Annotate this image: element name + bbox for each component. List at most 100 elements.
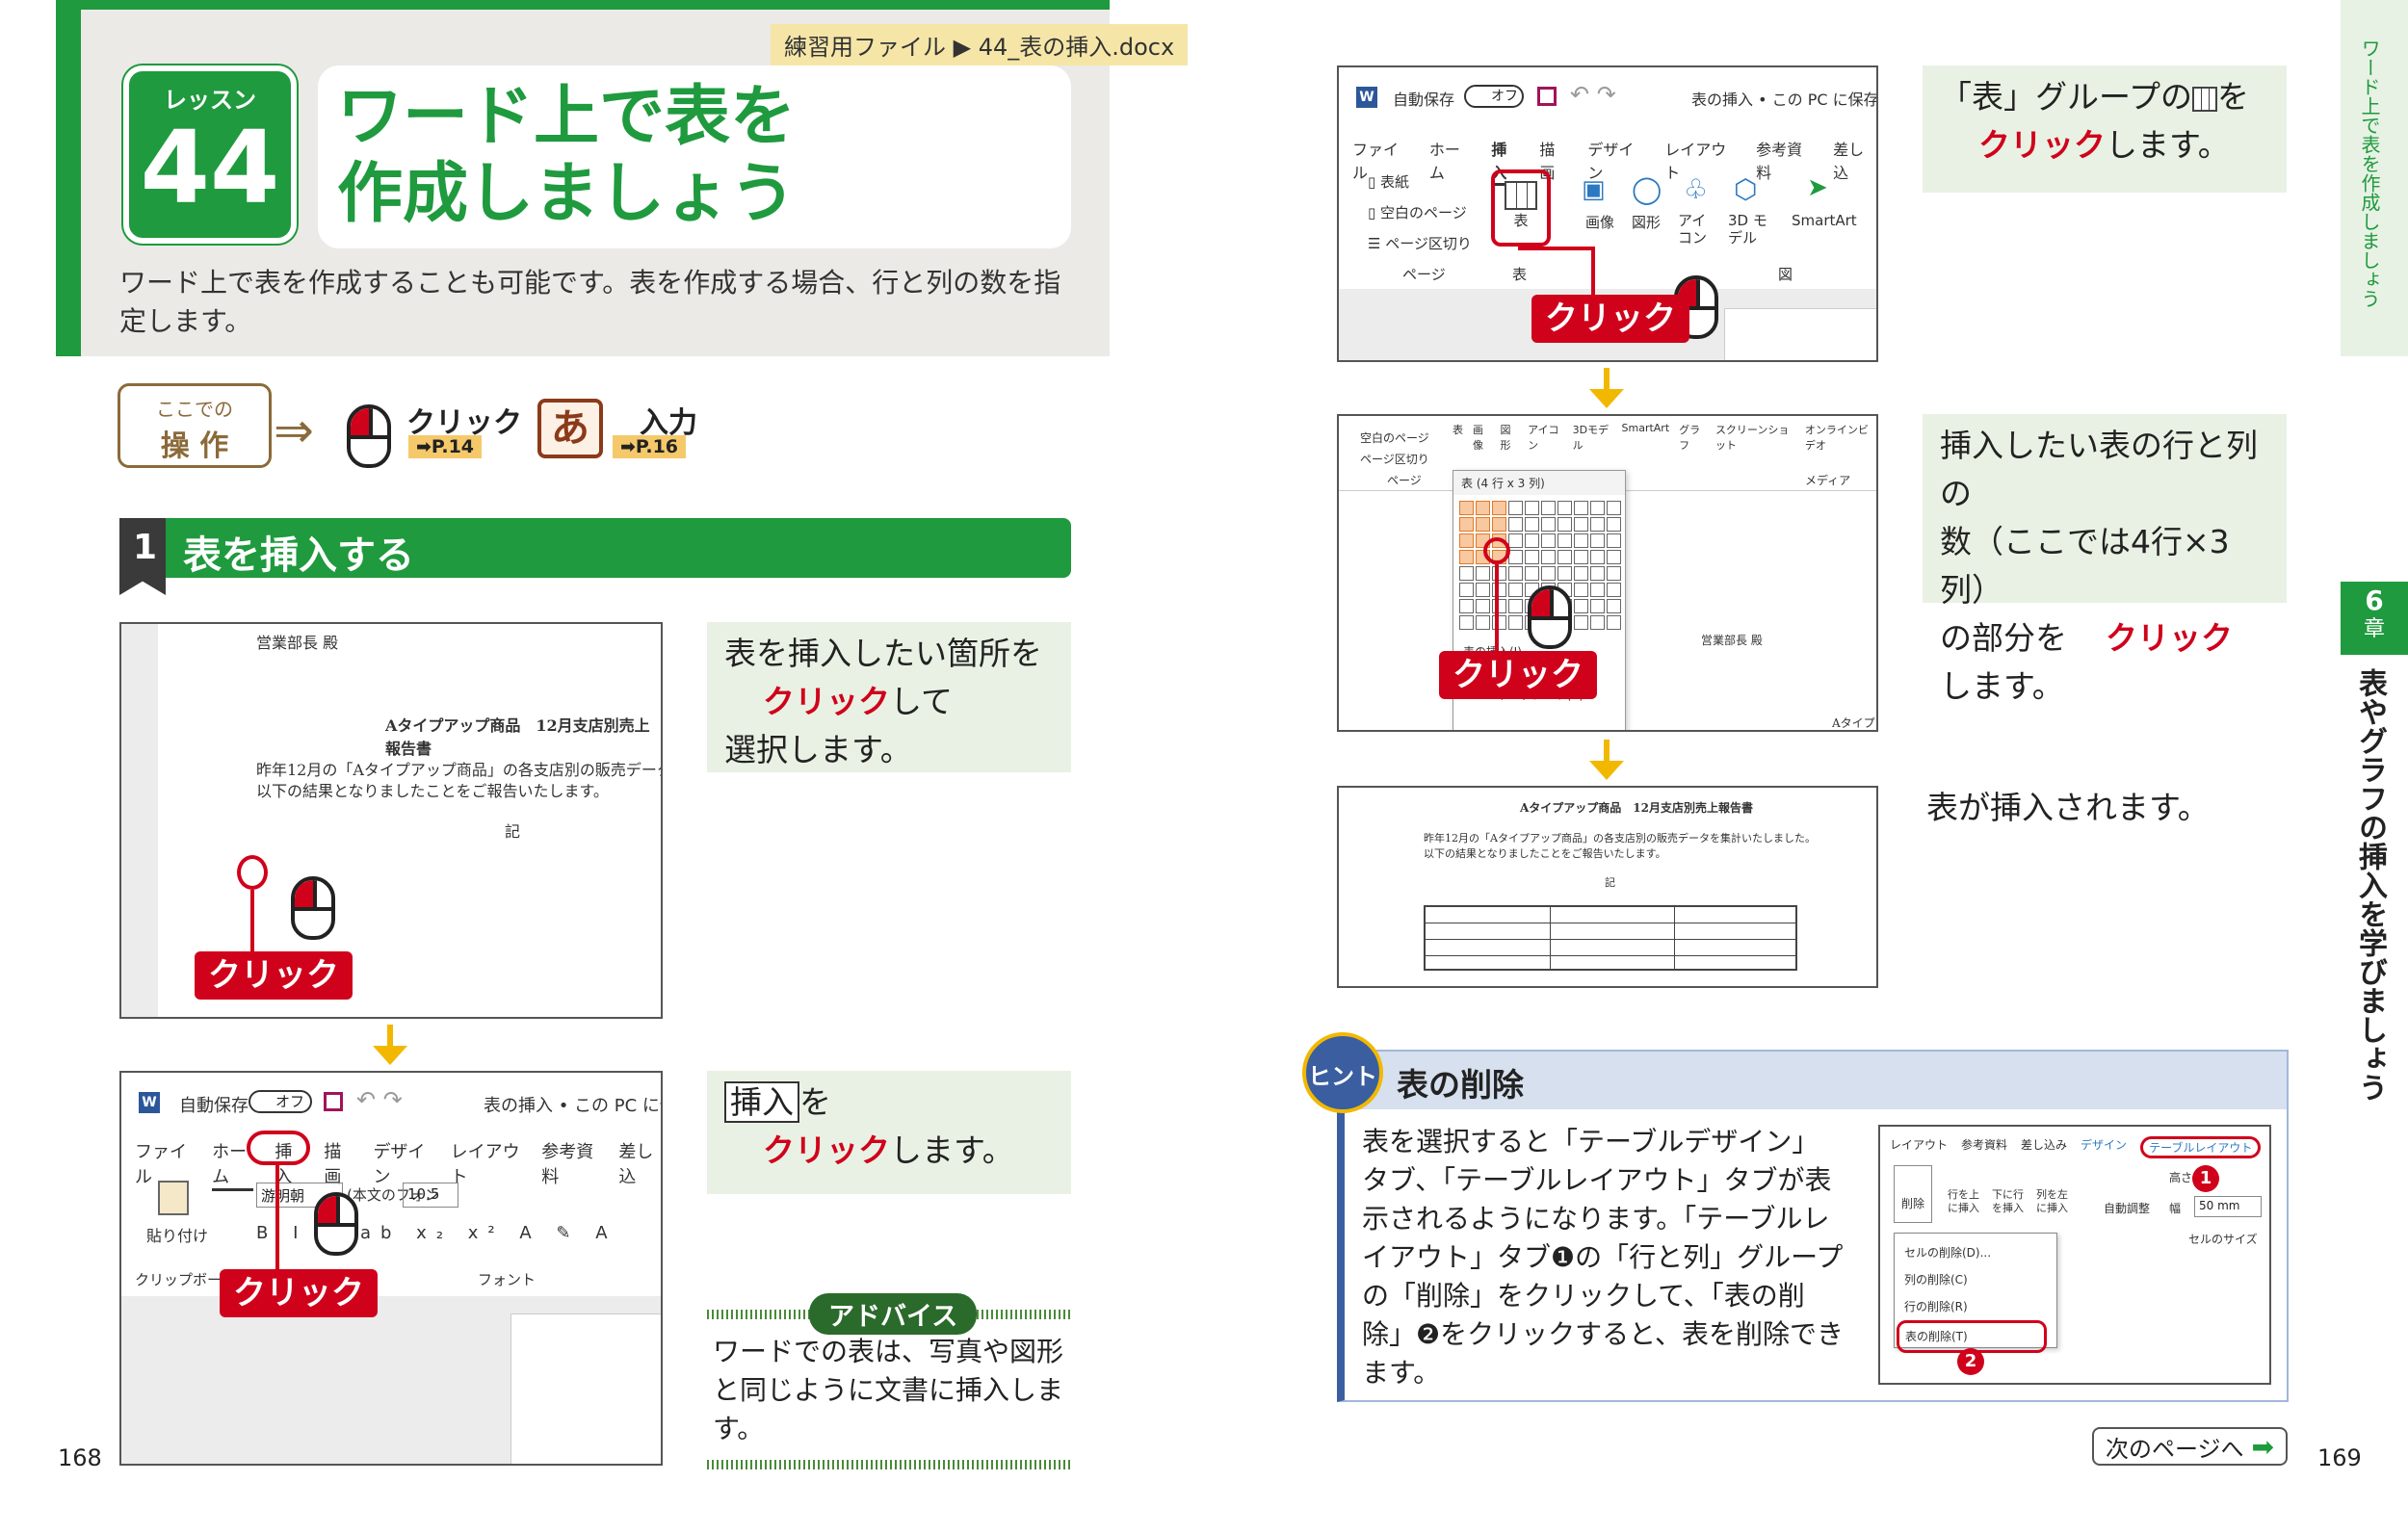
ribbon3-item-5[interactable]: SmartArt — [1622, 422, 1670, 453]
undo-icon[interactable]: ↶ ↷ — [356, 1086, 403, 1113]
grid-cell[interactable] — [1590, 501, 1605, 515]
grid-cell[interactable] — [1607, 615, 1621, 630]
grid-cell[interactable] — [1574, 566, 1588, 581]
grid-cell[interactable] — [1508, 501, 1523, 515]
autosave-toggle-2[interactable]: オフ — [1464, 85, 1524, 108]
grid-cell[interactable] — [1525, 501, 1539, 515]
grid-cell[interactable] — [1574, 533, 1588, 548]
grid-cell[interactable] — [1459, 615, 1474, 630]
grid-cell[interactable] — [1607, 550, 1621, 564]
grid-cell[interactable] — [1508, 583, 1523, 597]
grid-cell[interactable] — [1574, 550, 1588, 564]
grid-cell[interactable] — [1590, 517, 1605, 532]
hint-tab-0[interactable]: レイアウト — [1890, 1136, 1948, 1158]
grid-cell[interactable] — [1574, 501, 1588, 515]
page-break-button[interactable]: ☰ ページ区切り — [1368, 233, 1472, 253]
grid-cell[interactable] — [1459, 599, 1474, 613]
ribbon3-item-6[interactable]: グラフ — [1679, 422, 1706, 453]
tab2-references[interactable]: 参考資料 — [1756, 137, 1814, 186]
insert-left[interactable]: 列を左に挿入 — [2036, 1188, 2075, 1215]
grid-cell[interactable] — [1541, 533, 1556, 548]
grid-cell[interactable] — [1459, 517, 1474, 532]
grid-cell[interactable] — [1541, 550, 1556, 564]
model3d-button[interactable]: ⬡ — [1734, 173, 1757, 205]
ribbon3-item-3[interactable]: アイコン — [1528, 422, 1563, 453]
smartart-button[interactable]: ➤ — [1807, 173, 1828, 202]
grid-cell[interactable] — [1607, 517, 1621, 532]
tab-mailings[interactable]: 差し込 — [618, 1138, 661, 1191]
insert-below[interactable]: 下に行を挿入 — [1992, 1188, 2030, 1215]
grid-cell[interactable] — [1508, 533, 1523, 548]
inserted-table[interactable] — [1424, 905, 1797, 971]
table-button-highlight[interactable]: 表 — [1491, 169, 1551, 247]
autofit-button[interactable]: 自動調整 — [2104, 1200, 2150, 1216]
icons-button[interactable]: ♧ — [1684, 173, 1708, 205]
save-icon-2[interactable] — [1537, 87, 1557, 106]
hint-tab-4[interactable]: テーブルレイアウト — [2140, 1136, 2262, 1158]
tab-layout[interactable]: レイアウト — [451, 1138, 521, 1191]
ribbon3-item-4[interactable]: 3Dモデル — [1573, 422, 1612, 453]
grid-cell[interactable] — [1557, 501, 1572, 515]
grid-cell[interactable] — [1508, 517, 1523, 532]
grid-cell[interactable] — [1476, 566, 1490, 581]
grid-cell[interactable] — [1508, 599, 1523, 613]
shapes-button[interactable]: ◯ — [1632, 173, 1662, 205]
grid-cell[interactable] — [1541, 517, 1556, 532]
cover-button[interactable]: ▯ 表紙 — [1368, 171, 1409, 192]
grid-cell[interactable] — [1607, 566, 1621, 581]
grid-cell[interactable] — [1525, 533, 1539, 548]
grid-cell[interactable] — [1607, 599, 1621, 613]
save-icon[interactable] — [324, 1092, 343, 1111]
grid-cell[interactable] — [1525, 550, 1539, 564]
delete-button[interactable]: 削除 — [1894, 1165, 1932, 1223]
autosave-toggle[interactable]: オフ — [249, 1090, 312, 1113]
grid-cell[interactable] — [1492, 501, 1506, 515]
undo-icon-2[interactable]: ↶ ↷ — [1570, 81, 1616, 108]
grid-cell[interactable] — [1508, 566, 1523, 581]
insert-above[interactable]: 行を上に挿入 — [1948, 1188, 1986, 1215]
ribbon3-item-7[interactable]: スクリーンショット — [1715, 422, 1795, 453]
tab2-mailings[interactable]: 差し込 — [1833, 137, 1876, 186]
ribbon3-item-8[interactable]: オンラインビデオ — [1805, 422, 1876, 453]
grid-cell[interactable] — [1525, 566, 1539, 581]
grid-cell[interactable] — [1476, 615, 1490, 630]
grid-cell[interactable] — [1574, 517, 1588, 532]
grid-cell[interactable] — [1541, 501, 1556, 515]
tab-references[interactable]: 参考資料 — [541, 1138, 597, 1191]
grid-cell[interactable] — [1590, 583, 1605, 597]
ribbon3-item-1[interactable]: 画像 — [1473, 422, 1491, 453]
grid-cell[interactable] — [1476, 517, 1490, 532]
font-size-select[interactable]: 10.5 — [403, 1183, 458, 1208]
grid-cell[interactable] — [1459, 533, 1474, 548]
menu-delete-rows[interactable]: 行の削除(R) — [1904, 1293, 2047, 1320]
grid-cell[interactable] — [1541, 566, 1556, 581]
grid-cell[interactable] — [1459, 583, 1474, 597]
hint-tab-3[interactable]: デザイン — [2081, 1136, 2127, 1158]
paste-icon[interactable] — [158, 1181, 189, 1215]
grid-cell[interactable] — [1557, 566, 1572, 581]
grid-cell[interactable] — [1574, 583, 1588, 597]
menu-delete-cells[interactable]: セルの削除(D)... — [1904, 1239, 2047, 1266]
grid-cell[interactable] — [1590, 599, 1605, 613]
menu-delete-columns[interactable]: 列の削除(C) — [1904, 1266, 2047, 1293]
tab2-home[interactable]: ホーム — [1429, 137, 1472, 186]
grid-cell[interactable] — [1459, 566, 1474, 581]
grid-cell[interactable] — [1590, 550, 1605, 564]
grid-cell[interactable] — [1508, 550, 1523, 564]
width-input[interactable]: 50 mm — [2194, 1196, 2262, 1217]
grid-cell[interactable] — [1459, 501, 1474, 515]
grid-cell[interactable] — [1525, 517, 1539, 532]
grid-cell[interactable] — [1508, 615, 1523, 630]
ribbon3-item-2[interactable]: 図形 — [1501, 422, 1519, 453]
grid-cell[interactable] — [1492, 517, 1506, 532]
grid-cell[interactable] — [1476, 599, 1490, 613]
grid-cell[interactable] — [1607, 501, 1621, 515]
grid-cell[interactable] — [1459, 550, 1474, 564]
grid-cell[interactable] — [1557, 517, 1572, 532]
hint-tab-1[interactable]: 参考資料 — [1961, 1136, 2007, 1158]
grid-cell[interactable] — [1557, 550, 1572, 564]
grid-cell[interactable] — [1607, 533, 1621, 548]
image-button[interactable]: ▣ — [1582, 175, 1606, 204]
grid-cell[interactable] — [1574, 615, 1588, 630]
grid-cell[interactable] — [1574, 599, 1588, 613]
